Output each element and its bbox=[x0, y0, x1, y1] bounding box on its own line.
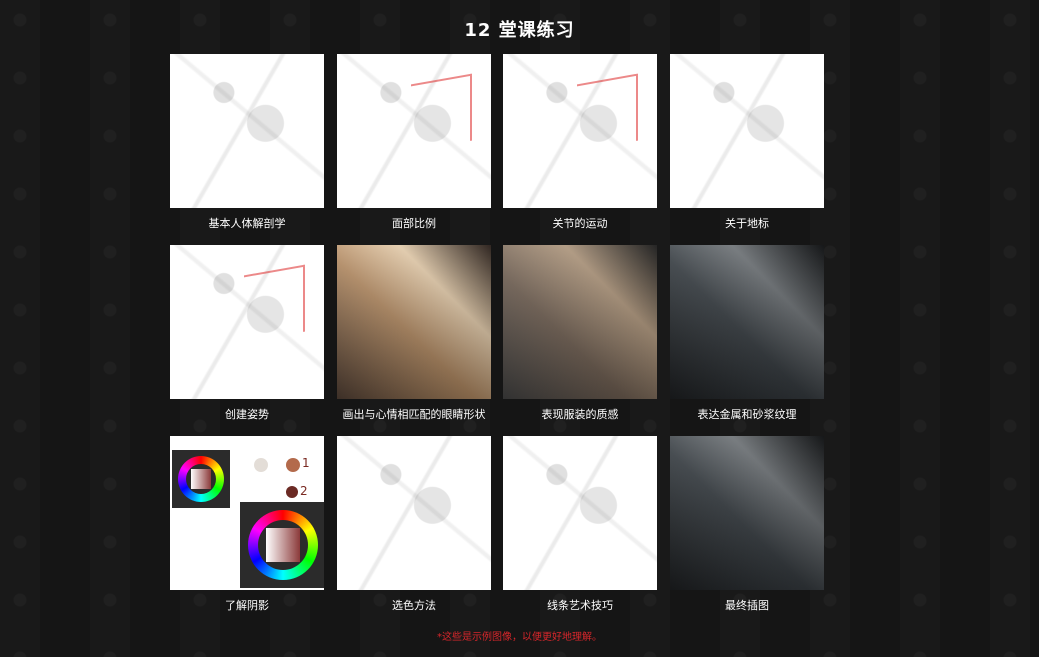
palette-number-1: 1 bbox=[302, 456, 310, 470]
lesson-label-8: 表达金属和砂浆纹理 bbox=[697, 408, 797, 421]
lesson-label-6: 画出与心情相匹配的眼睛形状 bbox=[342, 408, 486, 421]
color-square-small bbox=[191, 469, 211, 489]
palette-swatch-3 bbox=[286, 486, 298, 498]
example-note: *这些是示例图像，以便更好地理解。 bbox=[437, 632, 602, 643]
lesson-image-10 bbox=[337, 436, 491, 590]
lesson-image-2 bbox=[337, 54, 491, 208]
lesson-label-7: 表现服装的质感 bbox=[541, 408, 619, 421]
lesson-image-4 bbox=[670, 54, 824, 208]
lesson-label-3: 关节的运动 bbox=[552, 217, 608, 230]
page-title: 12 堂课练习 bbox=[464, 20, 575, 41]
lesson-label-4: 关于地标 bbox=[725, 217, 769, 230]
lesson-image-11 bbox=[503, 436, 657, 590]
lesson-grid: 基本人体解剖学 面部比例 关节的运动 关于地标 创建姿势 画出与心情相匹配的眼睛… bbox=[170, 54, 824, 612]
lesson-image-6 bbox=[337, 245, 491, 399]
lesson-image-9: 1 2 bbox=[170, 436, 324, 590]
lesson-label-2: 面部比例 bbox=[392, 217, 436, 230]
lesson-image-7 bbox=[503, 245, 657, 399]
color-square-large bbox=[266, 528, 300, 562]
palette-swatch-1 bbox=[254, 458, 268, 472]
lesson-image-8 bbox=[670, 245, 824, 399]
palette-swatch-2 bbox=[286, 458, 300, 472]
lesson-label-9: 了解阴影 bbox=[225, 599, 269, 612]
lesson-label-11: 线条艺术技巧 bbox=[547, 599, 613, 612]
lesson-label-1: 基本人体解剖学 bbox=[208, 217, 286, 230]
lesson-image-1 bbox=[170, 54, 324, 208]
lesson-label-12: 最终插图 bbox=[725, 599, 769, 612]
palette-number-2: 2 bbox=[300, 484, 308, 498]
lesson-image-5 bbox=[170, 245, 324, 399]
lesson-image-3 bbox=[503, 54, 657, 208]
lesson-image-12 bbox=[670, 436, 824, 590]
lesson-label-5: 创建姿势 bbox=[225, 408, 269, 421]
lesson-label-10: 选色方法 bbox=[392, 599, 436, 612]
